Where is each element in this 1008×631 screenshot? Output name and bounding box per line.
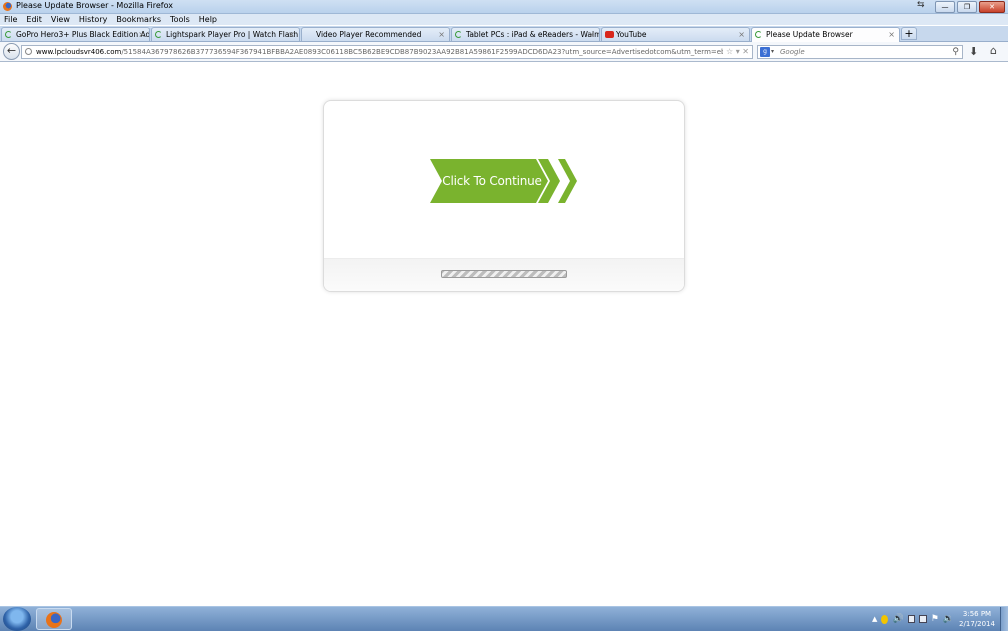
tab-walmart[interactable]: Tablet PCs : iPad & eReaders - Walm... ×: [451, 27, 600, 41]
taskbar-firefox-button[interactable]: [36, 608, 72, 630]
youtube-icon: [605, 31, 614, 38]
tab-gopro[interactable]: GoPro Hero3+ Plus Black Edition Adv... ×: [1, 27, 150, 41]
show-desktop-button[interactable]: [1000, 607, 1008, 631]
cta-label: Click To Continue: [442, 174, 542, 188]
page-scrollbar[interactable]: [1000, 62, 1008, 606]
window-title: Please Update Browser - Mozilla Firefox: [16, 1, 173, 10]
tab-youtube[interactable]: YouTube ×: [601, 27, 750, 41]
tab-close-icon[interactable]: ×: [888, 28, 895, 41]
start-button[interactable]: [3, 607, 31, 631]
clock-time: 3:56 PM: [962, 610, 992, 618]
loading-spinner-icon: [155, 31, 162, 38]
menu-file[interactable]: File: [4, 14, 17, 25]
firefox-icon: [46, 612, 62, 628]
tab-video-player[interactable]: Video Player Recommended ×: [301, 27, 450, 41]
tab-label: Lightspark Player Pro | Watch Flash Fi..…: [166, 30, 300, 39]
tab-close-icon[interactable]: ×: [138, 28, 145, 41]
tab-please-update[interactable]: Please Update Browser ×: [751, 27, 900, 42]
restore-arrows-icon[interactable]: ⇆: [917, 0, 925, 10]
window-controls: — ❐ ✕: [935, 1, 1005, 13]
display-icon[interactable]: [919, 615, 927, 623]
download-icon[interactable]: ⬇: [969, 45, 978, 58]
back-button[interactable]: ←: [3, 43, 20, 60]
window-titlebar: Please Update Browser - Mozilla Firefox …: [0, 0, 1008, 14]
loading-spinner-icon: [455, 31, 462, 38]
tab-lightspark[interactable]: Lightspark Player Pro | Watch Flash Fi..…: [151, 27, 300, 41]
loading-spinner-icon: [5, 31, 12, 38]
search-input[interactable]: g ▾ Google ⚲: [757, 45, 963, 59]
flag-icon[interactable]: ⚑: [931, 614, 939, 624]
taskbar-clock[interactable]: 3:56 PM 2/17/2014: [955, 609, 999, 629]
maximize-button[interactable]: ❐: [957, 1, 977, 13]
tab-close-icon[interactable]: ×: [438, 28, 445, 41]
loading-progress-bar: [441, 270, 567, 278]
site-identity-icon[interactable]: [25, 48, 32, 55]
tab-strip: GoPro Hero3+ Plus Black Edition Adv... ×…: [0, 26, 1008, 42]
nav-bar: ← www.lpcloudsvr406.com/51584A367978626B…: [0, 42, 1008, 62]
speaker-icon[interactable]: 🔉: [943, 614, 954, 624]
menu-help[interactable]: Help: [199, 14, 217, 25]
tab-label: Video Player Recommended: [316, 30, 422, 39]
clock-date: 2/17/2014: [959, 620, 995, 628]
close-window-button[interactable]: ✕: [979, 1, 1005, 13]
menu-tools[interactable]: Tools: [170, 14, 190, 25]
tab-close-icon[interactable]: ×: [288, 28, 295, 41]
system-tray: ▲ 🔊 ⚑ 🔉: [858, 607, 954, 631]
tab-label: GoPro Hero3+ Plus Black Edition Adv...: [16, 30, 150, 39]
click-to-continue-button[interactable]: Click To Continue: [430, 159, 580, 205]
menu-bookmarks[interactable]: Bookmarks: [116, 14, 161, 25]
home-icon[interactable]: ⌂: [990, 44, 997, 57]
chevron-down-icon[interactable]: ▾: [771, 46, 774, 58]
windows-taskbar: ▲ 🔊 ⚑ 🔉 3:56 PM 2/17/2014: [0, 606, 1008, 631]
google-icon[interactable]: g: [760, 47, 770, 57]
tab-close-icon[interactable]: ×: [738, 28, 745, 41]
tab-close-icon[interactable]: ×: [588, 28, 595, 41]
volume-icon[interactable]: 🔊: [892, 614, 903, 624]
show-hidden-icons-icon[interactable]: ▲: [872, 615, 877, 623]
menu-bar: File Edit View History Bookmarks Tools H…: [0, 14, 1008, 25]
tab-label: YouTube: [616, 30, 647, 39]
menu-history[interactable]: History: [79, 14, 107, 25]
new-tab-button[interactable]: +: [901, 27, 917, 40]
url-domain: www.lpcloudsvr406.com: [36, 48, 122, 56]
menu-edit[interactable]: Edit: [26, 14, 42, 25]
url-bar[interactable]: www.lpcloudsvr406.com/51584A367978626B37…: [21, 45, 753, 59]
minimize-button[interactable]: —: [935, 1, 955, 13]
tab-label: Please Update Browser: [766, 30, 853, 39]
search-icon[interactable]: ⚲: [952, 46, 959, 58]
search-placeholder: Google: [780, 48, 805, 56]
page-content: Click To Continue: [0, 62, 1008, 606]
menu-view[interactable]: View: [51, 14, 70, 25]
update-dialog-card: Click To Continue: [323, 100, 685, 292]
card-footer: [324, 258, 684, 291]
url-bar-tools[interactable]: ☆ ▾ ✕: [723, 46, 752, 58]
norton-icon[interactable]: [881, 614, 889, 624]
url-path: /51584A367978626B377736594F367941BFBBA2A…: [121, 48, 753, 56]
tab-label: Tablet PCs : iPad & eReaders - Walm...: [466, 30, 600, 39]
firefox-logo-icon: [3, 2, 12, 11]
network-icon[interactable]: [907, 615, 916, 623]
loading-spinner-icon: [755, 31, 762, 38]
